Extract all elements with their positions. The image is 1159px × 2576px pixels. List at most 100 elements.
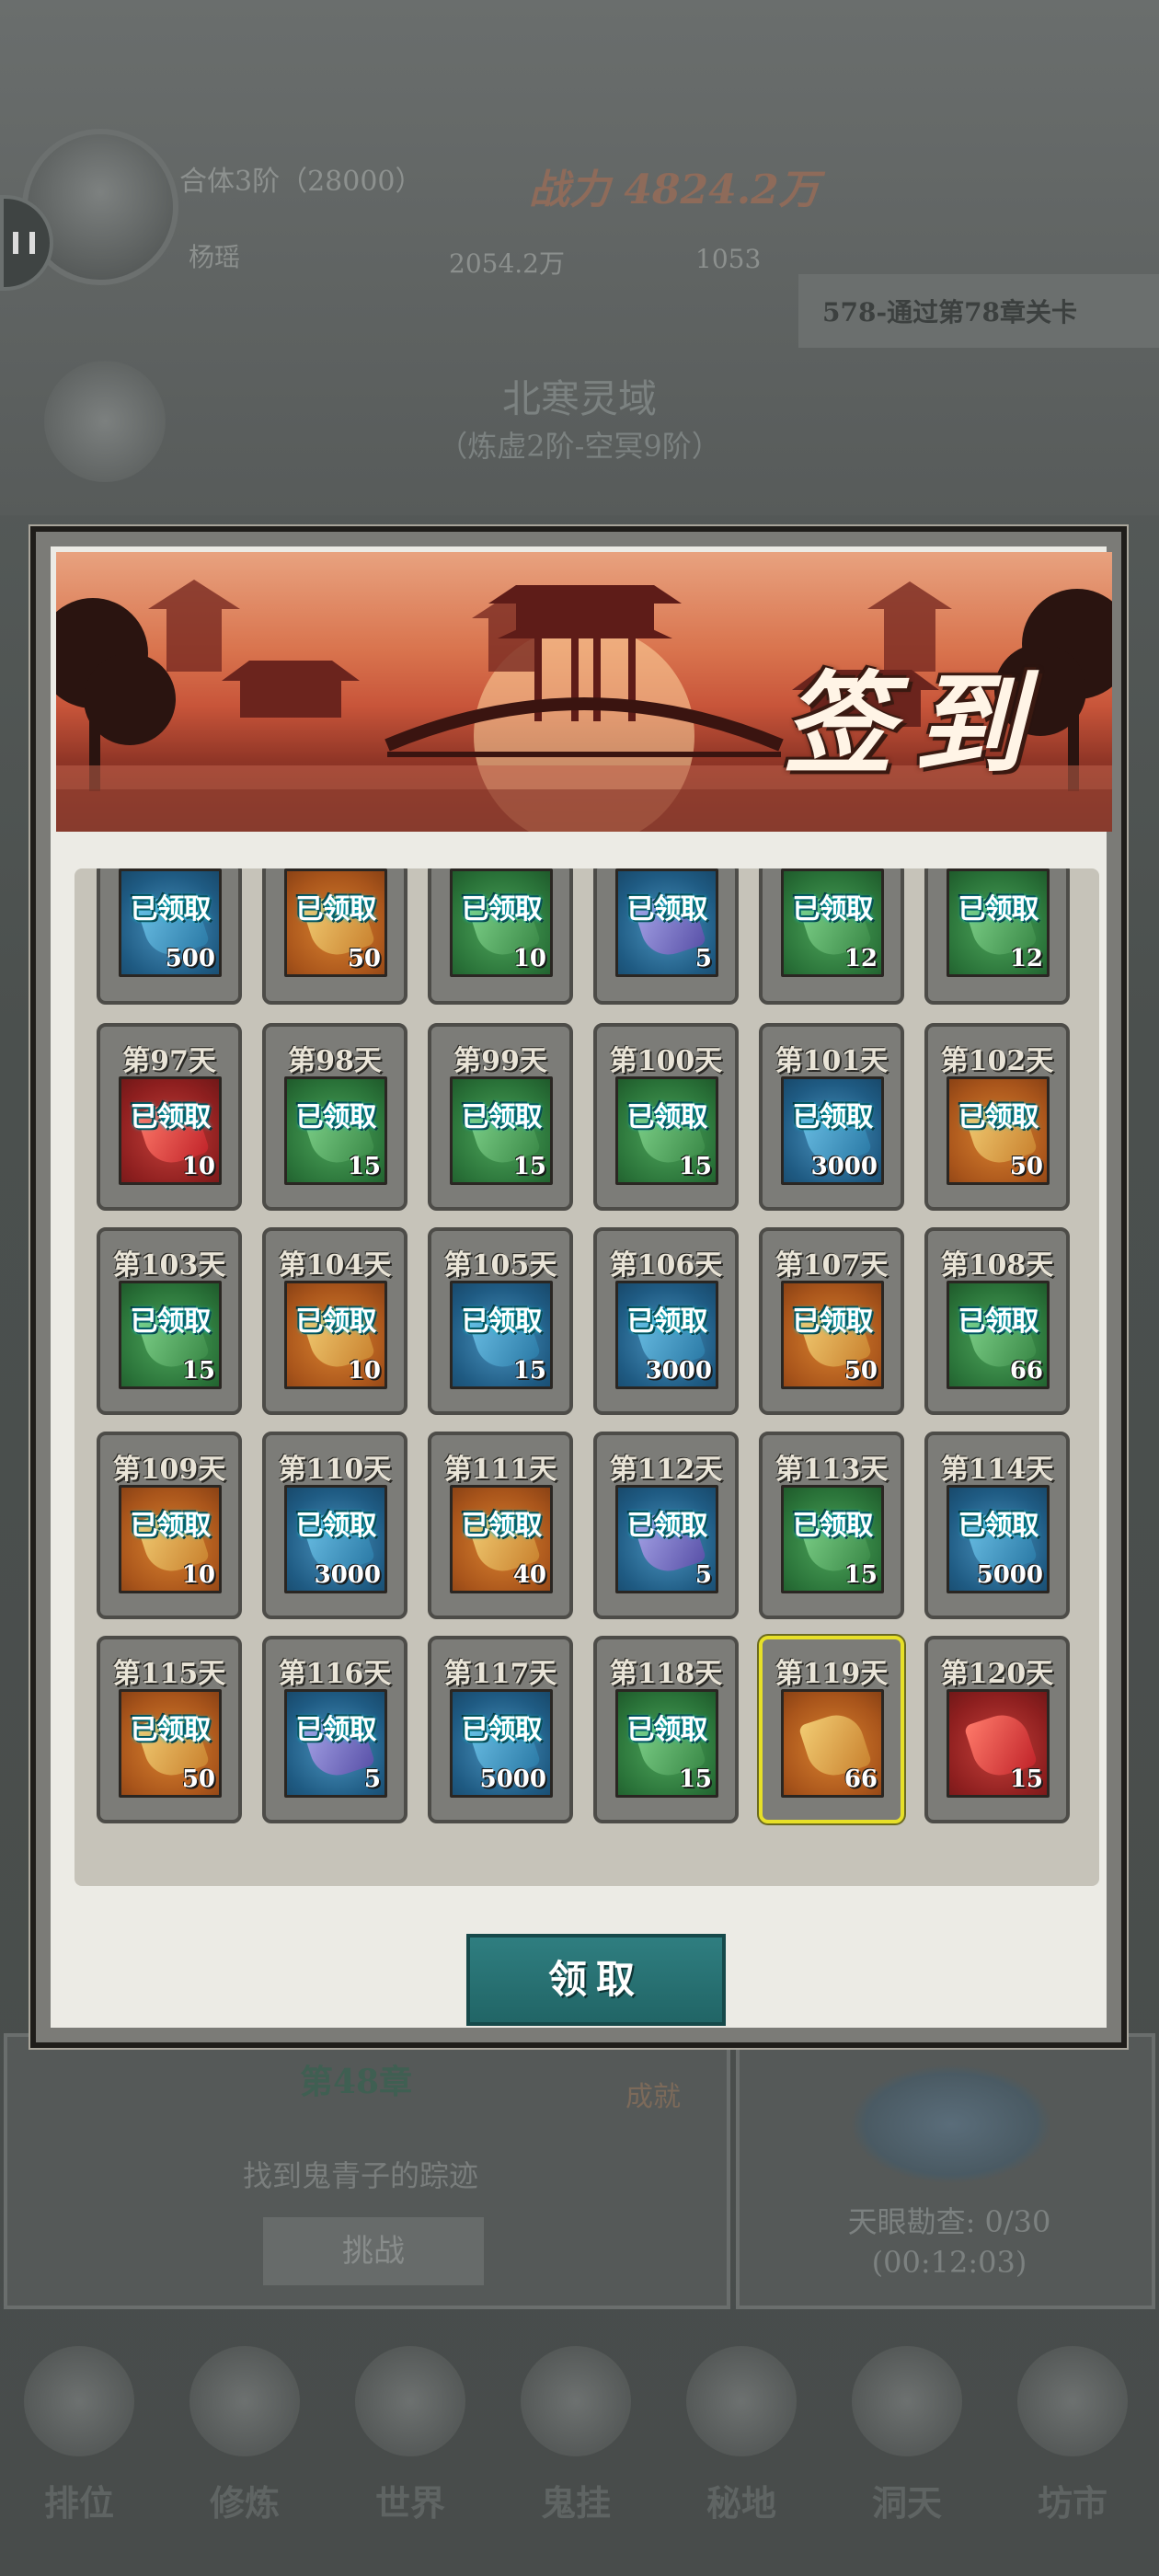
challenge-button[interactable]: 挑战 [263,2217,484,2285]
nav-item-market[interactable]: 坊市 [1008,2346,1137,2530]
reward-cell[interactable]: 第100天已领取 15 [593,1023,739,1211]
reward-cell[interactable]: 第107天 已领取 50 [759,1227,904,1415]
reward-grid-scroll[interactable]: 已领取 500 已领取 50 已领取 10 已领取 5 已领取 12 已领取 12 第97天 已领取 10 第… [75,868,1099,1886]
reward-item-tile: 已领取 3000 [615,1281,718,1389]
realm-label: 合体3阶（28000） [179,166,423,198]
sign-in-banner: 签到 [56,552,1112,832]
reward-cell[interactable]: 第114天 已领取 5000 [924,1432,1070,1619]
reward-cell[interactable]: 第104天 已领取 10 [262,1227,407,1415]
claimed-stamp: 已领取 [626,1714,708,1746]
claimed-stamp: 已领取 [130,1101,212,1133]
reward-quantity: 12 [1009,945,1043,972]
reward-cell[interactable]: 已领取 500 [97,868,242,1005]
reward-cell[interactable]: 第119天 66 [759,1636,904,1823]
reward-cell[interactable]: 第108天 已领取 66 [924,1227,1070,1415]
reward-cell[interactable]: 第98天 已领取 15 [262,1023,407,1211]
resource-spirit-stone: 2054.2万 [449,248,565,279]
reward-day-label: 第102天 [940,1045,1054,1077]
reward-cell[interactable]: 已领取 10 [428,868,573,1005]
stage-tip[interactable]: 578-通过第78章关卡 [798,274,1159,348]
reward-cell[interactable]: 第97天 已领取 10 [97,1023,242,1211]
reward-quantity: 5 [363,1765,381,1793]
claimed-stamp: 已领取 [461,1510,543,1542]
reward-item-tile: 已领取 15 [450,1281,553,1389]
reward-item-tile: 已领取 10 [450,868,553,977]
reward-cell[interactable]: 第109天 已领取 10 [97,1432,242,1619]
reward-cell[interactable]: 已领取 5 [593,868,739,1005]
reward-day-label: 第114天 [940,1454,1054,1486]
nav-item-cave[interactable]: 洞天 [843,2346,971,2530]
reward-cell[interactable]: 第106天 已领取 3000 [593,1227,739,1415]
eye-timer: (00:12:03) [871,2245,1027,2280]
region-name: 北寒灵域 [501,376,657,421]
reward-item-tile: 已领取 50 [284,868,387,977]
reward-cell[interactable]: 第99天 已领取 15 [428,1023,573,1211]
reward-cell[interactable]: 第103天 已领取 15 [97,1227,242,1415]
reward-item-tile: 66 [781,1689,884,1798]
eye-icon [850,2064,1052,2184]
reward-quantity: 10 [347,1357,381,1385]
cultivate-icon [189,2346,300,2456]
claimed-stamp: 已领取 [295,1101,377,1133]
reward-cell[interactable]: 第112天 已领取 5 [593,1432,739,1619]
sign-in-title: 签到 [783,660,1044,789]
sky-eye-panel[interactable]: 天眼勘查: 0/30 (00:12:03) [736,2033,1155,2309]
reward-cell[interactable]: 第115天 已领取 50 [97,1636,242,1823]
claimed-stamp: 已领取 [130,1510,212,1542]
reward-cell[interactable]: 已领取 12 [924,868,1070,1005]
nav-item-secret-land[interactable]: 秘地 [677,2346,806,2530]
nav-item-ranking[interactable]: 排位 [15,2346,143,2530]
sign-in-modal: 签到 已领取 500 已领取 50 已领取 10 已领取 5 已领取 12 已领取 12 第97天 已领取… [30,526,1127,2048]
reward-quantity: 50 [347,945,381,972]
reward-cell[interactable]: 第117天 已领取 5000 [428,1636,573,1823]
reward-quantity: 15 [843,1561,878,1589]
reward-cell[interactable]: 第113天已领取 15 [759,1432,904,1619]
reward-quantity: 5 [694,945,712,972]
chapter-panel: 第48章 成就 找到鬼青子的踪迹 挑战 [4,2033,730,2309]
reward-item-tile: 已领取 3000 [284,1485,387,1593]
claimed-stamp: 已领取 [130,1305,212,1338]
reward-cell[interactable]: 第110天 已领取 3000 [262,1432,407,1619]
reward-item-tile: 已领取 66 [947,1281,1050,1389]
reward-cell[interactable]: 已领取 12 [759,868,904,1005]
claimed-stamp: 已领取 [461,1101,543,1133]
reward-cell[interactable]: 第101天 已领取 3000 [759,1023,904,1211]
reward-day-label: 第104天 [278,1249,392,1282]
reward-cell[interactable]: 第102天 已领取 50 [924,1023,1070,1211]
reward-quantity: 10 [512,945,546,972]
reward-cell[interactable]: 第105天 已领取 15 [428,1227,573,1415]
reward-quantity: 66 [1009,1357,1043,1385]
reward-quantity: 3000 [645,1357,712,1385]
reward-quantity: 15 [678,1765,712,1793]
ranking-icon [24,2346,134,2456]
reward-quantity: 15 [678,1153,712,1180]
reward-cell[interactable]: 第111天 已领取 40 [428,1432,573,1619]
reward-day-label: 第117天 [443,1658,557,1690]
reward-day-label: 第107天 [775,1249,889,1282]
reward-day-label: 第100天 [609,1045,723,1077]
reward-item-tile: 15 [947,1689,1050,1798]
claimed-stamp: 已领取 [792,1510,874,1542]
nav-item-cultivate[interactable]: 修炼 [180,2346,309,2530]
reward-day-label: 第99天 [453,1045,547,1077]
reward-day-label: 第113天 [775,1454,889,1486]
reward-cell[interactable]: 第116天 已领取 5 [262,1636,407,1823]
reward-cell[interactable]: 已领取 50 [262,868,407,1005]
nav-item-ghost[interactable]: 鬼挂 [511,2346,640,2530]
reward-day-label: 第98天 [288,1045,382,1077]
achievement-label[interactable]: 成就 [625,2074,681,2114]
nav-item-world[interactable]: 世界 [346,2346,475,2530]
reward-cell[interactable]: 第118天 已领取 15 [593,1636,739,1823]
eye-progress: 天眼勘查: 0/30 [847,2204,1051,2239]
reward-cell[interactable]: 第120天 15 [924,1636,1070,1823]
reward-item-tile: 已领取 40 [450,1485,553,1593]
region-range: （炼虚2阶-空冥9阶） [438,429,721,464]
power-label: 战力 4824.2万 [529,167,820,213]
reward-item-tile: 已领取 10 [119,1076,222,1185]
reward-day-label: 第115天 [112,1658,226,1690]
claim-button[interactable]: 领取 [466,1934,726,2026]
reward-quantity: 40 [512,1561,546,1589]
claimed-stamp: 已领取 [792,1101,874,1133]
reward-item-tile: 已领取 15 [284,1076,387,1185]
claimed-stamp: 已领取 [626,1101,708,1133]
